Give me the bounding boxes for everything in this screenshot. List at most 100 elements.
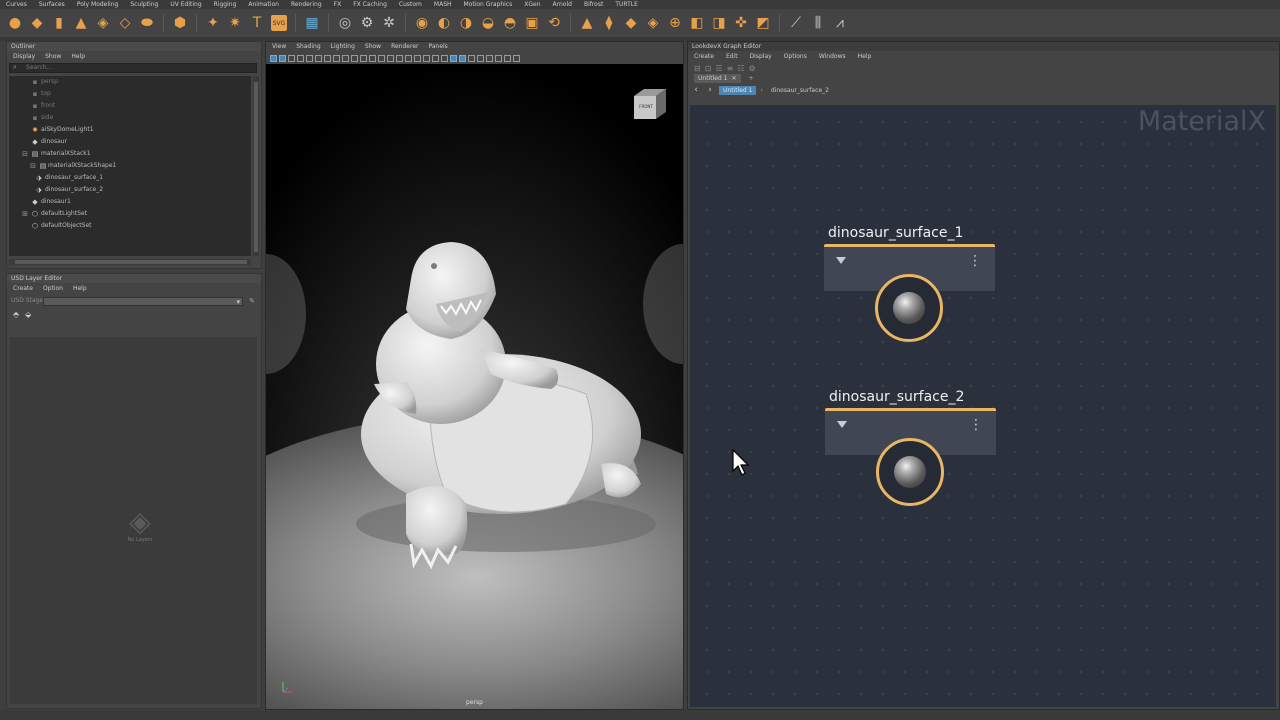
outliner-item-persp[interactable]: ▪ persp <box>9 76 251 88</box>
shelf-tab-turtle[interactable]: TURTLE <box>609 0 644 9</box>
shelf-tab-uv-editing[interactable]: UV Editing <box>164 0 207 9</box>
pin-icon[interactable]: ✎ <box>249 294 255 308</box>
usd-stage-dropdown[interactable] <box>43 295 243 309</box>
extrude-icon[interactable]: ▲ <box>579 15 595 31</box>
viewport-scene[interactable]: FRONT <box>266 64 683 709</box>
shelf-tab-xgen[interactable]: XGen <box>518 0 546 9</box>
fill-hole-icon[interactable]: ▣ <box>524 15 540 31</box>
motion-blur-icon[interactable] <box>423 54 430 62</box>
tab-untitled-1[interactable]: Untitled 1 ✕ <box>694 74 741 83</box>
viewport-menu-show[interactable]: Show <box>365 42 381 52</box>
poke-icon[interactable]: ✜ <box>733 15 749 31</box>
outliner-item-surface-2[interactable]: ⬗ dinosaur_surface_2 <box>9 184 251 196</box>
back-icon[interactable]: ‹ <box>691 85 701 95</box>
grid-icon[interactable]: ▦ <box>304 15 320 31</box>
shelf-tab-fx[interactable]: FX <box>328 0 348 9</box>
exposure-icon[interactable] <box>486 54 493 62</box>
material-node[interactable]: dinosaur_surface_1 ⋮ <box>824 224 995 342</box>
shelf-tab-rigging[interactable]: Rigging <box>208 0 243 9</box>
usd-menu-option[interactable]: Option <box>43 283 63 294</box>
xray-joints-icon[interactable] <box>468 54 475 62</box>
shelf-tab-fx-caching[interactable]: FX Caching <box>347 0 393 9</box>
backface-culling-icon[interactable] <box>477 54 484 62</box>
poly-platonic-icon[interactable]: ⬢ <box>172 15 188 31</box>
gamma-icon[interactable] <box>495 54 502 62</box>
outliner-menu-help[interactable]: Help <box>71 51 85 62</box>
shelf-tab-arnold[interactable]: Arnold <box>547 0 578 9</box>
add-layer-icon[interactable]: ⬘ <box>13 308 19 322</box>
viewport-menu-view[interactable]: View <box>272 42 286 52</box>
node-collapse-arrow-icon[interactable] <box>836 257 846 264</box>
kebab-menu-icon[interactable]: ⋮ <box>968 254 982 268</box>
graph-icon[interactable]: ⊟ <box>694 64 701 73</box>
scrollbar-thumb[interactable] <box>15 260 247 264</box>
outliner-item-front[interactable]: ▪ front <box>9 100 251 112</box>
breadcrumb-item-current[interactable]: dinosaur_surface_2 <box>767 86 833 95</box>
smooth-shade-icon[interactable] <box>369 54 376 62</box>
boolean-difference-icon[interactable]: ◐ <box>436 15 452 31</box>
grid-toggle-icon[interactable] <box>306 54 313 62</box>
ge-menu-windows[interactable]: Windows <box>819 51 846 62</box>
shelf-tab-custom[interactable]: Custom <box>393 0 428 9</box>
poly-sphere-icon[interactable]: ● <box>7 15 23 31</box>
close-icon[interactable]: ✕ <box>731 75 736 82</box>
viewport-menu-panels[interactable]: Panels <box>428 42 447 52</box>
shelf-tab-animation[interactable]: Animation <box>242 0 285 9</box>
collapse-toggle-icon[interactable]: ⊟ <box>29 160 37 172</box>
expand-toggle-icon[interactable]: ⊞ <box>21 208 29 220</box>
outliner-item-defaultobjectset[interactable]: ⬡ defaultObjectSet <box>9 220 251 232</box>
layout-icon[interactable]: ☰ <box>715 64 722 73</box>
viewcube[interactable]: FRONT <box>630 86 666 120</box>
shelf-tab-curves[interactable]: Curves <box>0 0 33 9</box>
node-collapse-arrow-icon[interactable] <box>837 421 847 428</box>
default-material-icon[interactable] <box>378 54 385 62</box>
panel-layout-icon[interactable] <box>513 54 520 62</box>
poly-disc-icon[interactable]: ⬬ <box>139 15 155 31</box>
collapse-icon[interactable]: ☷ <box>737 64 744 73</box>
scrollbar-thumb[interactable] <box>254 82 258 252</box>
bevel-icon[interactable]: ⧫ <box>601 15 617 31</box>
camera-attributes-icon[interactable] <box>279 54 286 62</box>
poly-torus-icon[interactable]: ◈ <box>95 15 111 31</box>
uv-editor-icon[interactable]: ⟋ <box>788 15 804 31</box>
depth-of-field-icon[interactable] <box>441 54 448 62</box>
usd-menu-help[interactable]: Help <box>73 283 87 294</box>
frame-all-icon[interactable]: ⊡ <box>705 64 712 73</box>
shelf-tab-motion-graphics[interactable]: Motion Graphics <box>458 0 519 9</box>
settings-icon[interactable]: ⚙ <box>748 64 755 73</box>
forward-icon[interactable]: › <box>705 85 715 95</box>
bridge-edge-icon[interactable]: ◆ <box>623 15 639 31</box>
shelf-tab-sculpting[interactable]: Sculpting <box>124 0 164 9</box>
wedge-icon[interactable]: ◩ <box>755 15 771 31</box>
add-tab-icon[interactable]: + <box>749 75 754 82</box>
material-node[interactable]: dinosaur_surface_2 ⋮ <box>825 388 996 506</box>
gate-mask-icon[interactable] <box>333 54 340 62</box>
viewport-menu-lighting[interactable]: Lighting <box>331 42 355 52</box>
poly-gear-icon[interactable]: ✷ <box>227 15 243 31</box>
poly-star-icon[interactable]: ✦ <box>205 15 221 31</box>
collapse-toggle-icon[interactable]: ⊟ <box>21 148 29 160</box>
smooth-icon[interactable]: ✲ <box>381 15 397 31</box>
uv-layout-icon[interactable]: ⫼ <box>810 15 826 31</box>
poly-cylinder-icon[interactable]: ▮ <box>51 15 67 31</box>
load-layer-icon[interactable]: ⬙ <box>25 308 31 322</box>
outliner-item-skydome[interactable]: ✹ aiSkyDomeLight1 <box>9 124 251 136</box>
poly-cube-icon[interactable]: ◆ <box>29 15 45 31</box>
breadcrumb-item-root[interactable]: Untitled 1 <box>719 85 757 95</box>
bridge-icon[interactable]: ◓ <box>502 15 518 31</box>
antialiasing-icon[interactable] <box>432 54 439 62</box>
outliner-item-materialxstackshape[interactable]: ⊟ ▤ materialXStackShape1 <box>9 160 251 172</box>
node-graph-canvas[interactable]: MaterialX dinosaur_surface_1 ⋮ dinosaur_… <box>690 105 1276 707</box>
flip-icon[interactable]: ◨ <box>711 15 727 31</box>
separate-icon[interactable]: ⚙ <box>359 15 375 31</box>
extract-icon[interactable]: ◒ <box>480 15 496 31</box>
collapse-icon[interactable]: ◧ <box>689 15 705 31</box>
viewport-menu-shading[interactable]: Shading <box>296 42 320 52</box>
ambient-occlusion-icon[interactable] <box>414 54 421 62</box>
shelf-tab-mash[interactable]: MASH <box>428 0 458 9</box>
kebab-menu-icon[interactable]: ⋮ <box>969 418 983 432</box>
ge-menu-display[interactable]: Display <box>750 51 772 62</box>
boolean-union-icon[interactable]: ◉ <box>414 15 430 31</box>
ge-menu-help[interactable]: Help <box>858 51 872 62</box>
poly-text-icon[interactable]: T <box>249 15 265 31</box>
